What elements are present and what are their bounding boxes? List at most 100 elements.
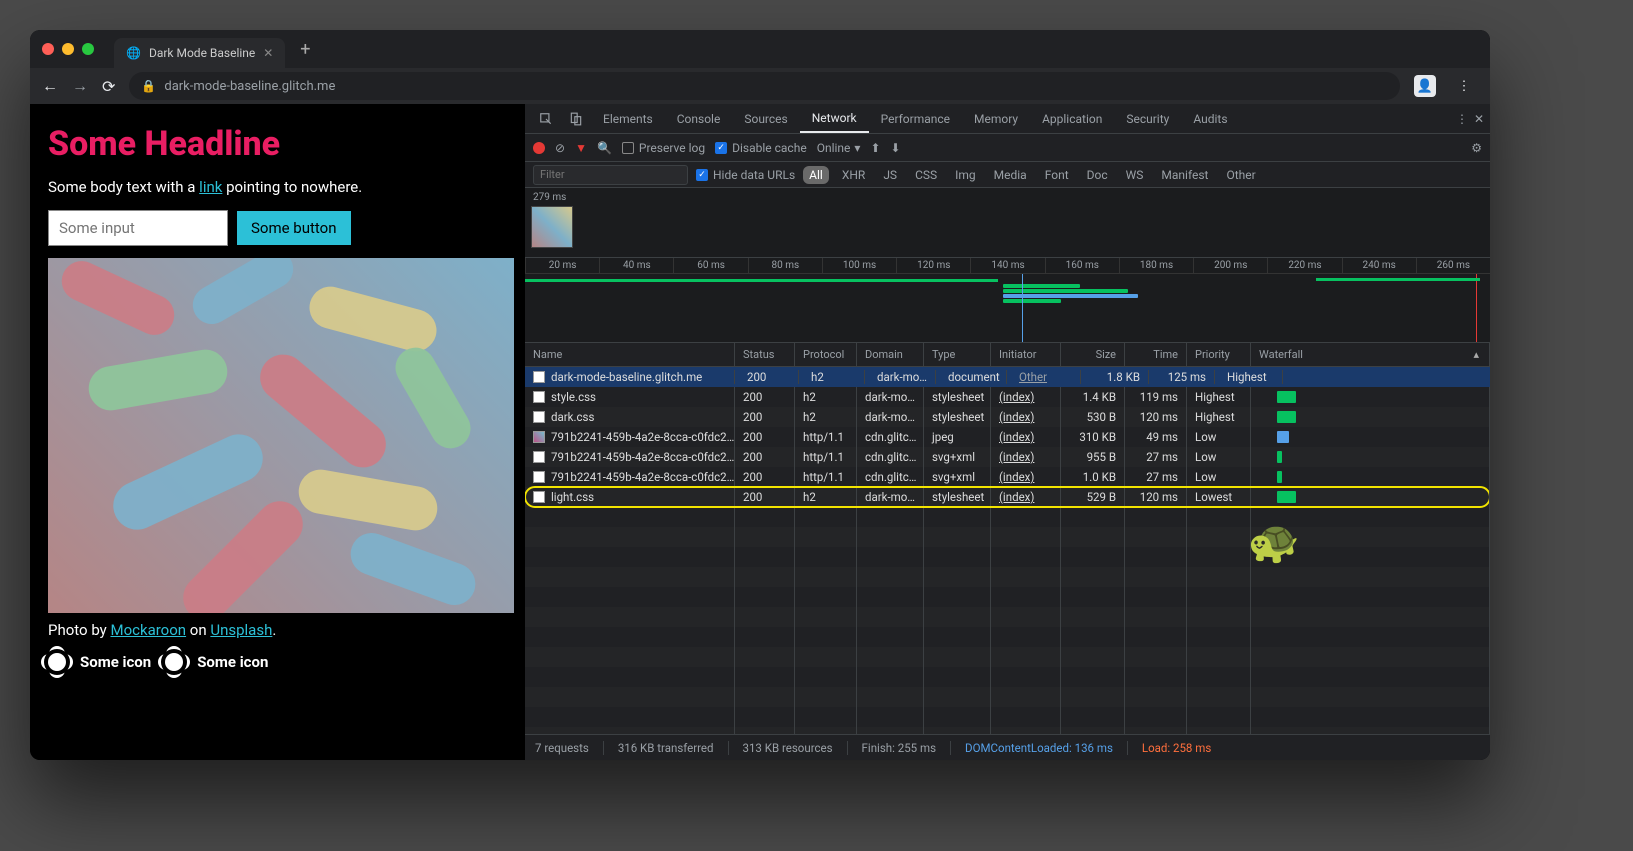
browser-window: 🌐 Dark Mode Baseline ✕ + ← → ⟳ 🔒 dark-mo… bbox=[30, 30, 1490, 760]
row-size: 530 B bbox=[1061, 407, 1125, 427]
timeline-pane[interactable]: 20 ms40 ms60 ms80 ms100 ms120 ms140 ms16… bbox=[525, 258, 1490, 343]
page-body-text: Some body text with a link pointing to n… bbox=[48, 178, 507, 196]
timeline-tick: 120 ms bbox=[896, 258, 970, 273]
some-button[interactable]: Some button bbox=[236, 210, 352, 246]
filter-type-img[interactable]: Img bbox=[950, 166, 981, 184]
col-priority[interactable]: Priority bbox=[1187, 343, 1251, 366]
extension-icon[interactable]: 👤 bbox=[1414, 75, 1436, 97]
filter-type-js[interactable]: JS bbox=[878, 166, 902, 184]
row-initiator[interactable]: (index) bbox=[991, 427, 1061, 447]
row-initiator[interactable]: (index) bbox=[991, 447, 1061, 467]
filter-type-font[interactable]: Font bbox=[1040, 166, 1074, 184]
preserve-log-checkbox[interactable]: Preserve log bbox=[622, 141, 705, 155]
filter-type-ws[interactable]: WS bbox=[1121, 166, 1149, 184]
table-row[interactable]: dark.css200h2dark-mo…stylesheet(index)53… bbox=[525, 407, 1490, 427]
caption-author-link[interactable]: Mockaroon bbox=[110, 621, 186, 639]
device-toggle-icon[interactable] bbox=[561, 104, 591, 133]
upload-icon[interactable]: ⬆ bbox=[870, 141, 880, 155]
filter-type-xhr[interactable]: XHR bbox=[837, 166, 870, 184]
col-name[interactable]: Name bbox=[525, 343, 735, 366]
devtools-panel: ElementsConsoleSourcesNetworkPerformance… bbox=[525, 104, 1490, 760]
row-domain: dark-mo… bbox=[857, 487, 924, 507]
row-type: svg+xml bbox=[924, 467, 991, 487]
filter-type-css[interactable]: CSS bbox=[910, 166, 942, 184]
browser-tab[interactable]: 🌐 Dark Mode Baseline ✕ bbox=[114, 38, 285, 68]
record-button[interactable] bbox=[533, 142, 545, 154]
row-initiator[interactable]: (index) bbox=[991, 407, 1061, 427]
new-tab-button[interactable]: + bbox=[293, 37, 317, 61]
table-row[interactable]: 791b2241-459b-4a2e-8cca-c0fdc2…200http/1… bbox=[525, 427, 1490, 447]
menu-button[interactable]: ⋮ bbox=[1450, 72, 1478, 100]
caption-site-link[interactable]: Unsplash bbox=[210, 621, 272, 639]
col-domain[interactable]: Domain bbox=[857, 343, 924, 366]
settings-icon[interactable]: ⚙ bbox=[1471, 141, 1482, 155]
row-status: 200 bbox=[735, 487, 795, 507]
close-tab-icon[interactable]: ✕ bbox=[263, 46, 273, 60]
minimize-window-button[interactable] bbox=[62, 43, 74, 55]
row-initiator[interactable]: (index) bbox=[991, 387, 1061, 407]
devtools-tab-audits[interactable]: Audits bbox=[1181, 104, 1239, 133]
col-protocol[interactable]: Protocol bbox=[795, 343, 857, 366]
rendered-page: Some Headline Some body text with a link… bbox=[30, 104, 525, 760]
filter-type-manifest[interactable]: Manifest bbox=[1156, 166, 1213, 184]
row-priority: Highest bbox=[1187, 387, 1251, 407]
row-time: 27 ms bbox=[1125, 447, 1187, 467]
filter-input[interactable] bbox=[533, 165, 688, 185]
some-input[interactable] bbox=[48, 210, 228, 246]
col-initiator[interactable]: Initiator bbox=[991, 343, 1061, 366]
filter-type-media[interactable]: Media bbox=[989, 166, 1032, 184]
devtools-tab-memory[interactable]: Memory bbox=[962, 104, 1030, 133]
col-status[interactable]: Status bbox=[735, 343, 795, 366]
col-time[interactable]: Time bbox=[1125, 343, 1187, 366]
hide-data-urls-checkbox[interactable]: ✓Hide data URLs bbox=[696, 168, 795, 182]
inspect-icon[interactable] bbox=[531, 104, 561, 133]
hide-urls-label: Hide data URLs bbox=[713, 168, 795, 182]
filter-type-other[interactable]: Other bbox=[1221, 166, 1260, 184]
devtools-more-icon[interactable]: ⋮ bbox=[1456, 112, 1468, 126]
back-button[interactable]: ← bbox=[42, 76, 58, 96]
file-icon bbox=[533, 471, 545, 483]
maximize-window-button[interactable] bbox=[82, 43, 94, 55]
devtools-tab-console[interactable]: Console bbox=[665, 104, 733, 133]
forward-button[interactable]: → bbox=[72, 76, 88, 96]
close-window-button[interactable] bbox=[42, 43, 54, 55]
devtools-tab-application[interactable]: Application bbox=[1030, 104, 1114, 133]
caption-end: . bbox=[272, 621, 276, 639]
table-row[interactable]: dark-mode-baseline.glitch.me200h2dark-mo… bbox=[525, 367, 1490, 387]
devtools-tab-elements[interactable]: Elements bbox=[591, 104, 665, 133]
row-protocol: http/1.1 bbox=[795, 427, 857, 447]
row-initiator[interactable]: Other bbox=[1011, 370, 1081, 384]
row-initiator[interactable]: (index) bbox=[991, 487, 1061, 507]
devtools-tab-performance[interactable]: Performance bbox=[869, 104, 962, 133]
row-type: jpeg bbox=[924, 427, 991, 447]
row-size: 310 KB bbox=[1061, 427, 1125, 447]
download-icon[interactable]: ⬇ bbox=[891, 141, 901, 155]
table-row[interactable]: style.css200h2dark-mo…stylesheet(index)1… bbox=[525, 387, 1490, 407]
row-waterfall bbox=[1251, 407, 1490, 427]
table-row[interactable]: 791b2241-459b-4a2e-8cca-c0fdc2…200http/1… bbox=[525, 467, 1490, 487]
col-type[interactable]: Type bbox=[924, 343, 991, 366]
caption-mid: on bbox=[186, 621, 210, 639]
reload-button[interactable]: ⟳ bbox=[102, 77, 115, 96]
devtools-tab-network[interactable]: Network bbox=[800, 104, 869, 133]
row-initiator[interactable]: (index) bbox=[991, 467, 1061, 487]
devtools-tab-sources[interactable]: Sources bbox=[732, 104, 799, 133]
devtools-tab-security[interactable]: Security bbox=[1114, 104, 1181, 133]
clear-button[interactable]: ⊘ bbox=[555, 141, 565, 155]
search-icon[interactable]: 🔍 bbox=[597, 141, 612, 155]
traffic-lights bbox=[42, 43, 94, 55]
timeline-tick: 200 ms bbox=[1193, 258, 1267, 273]
throttle-select[interactable]: Online ▾ bbox=[817, 141, 861, 155]
url-field[interactable]: 🔒 dark-mode-baseline.glitch.me bbox=[129, 72, 1400, 100]
filter-type-doc[interactable]: Doc bbox=[1082, 166, 1113, 184]
table-row[interactable]: 791b2241-459b-4a2e-8cca-c0fdc2…200http/1… bbox=[525, 447, 1490, 467]
devtools-close-icon[interactable]: ✕ bbox=[1474, 112, 1484, 126]
col-waterfall[interactable]: Waterfall bbox=[1251, 343, 1490, 366]
body-link[interactable]: link bbox=[199, 178, 222, 196]
disable-cache-checkbox[interactable]: ✓Disable cache bbox=[715, 141, 807, 155]
overview-pane[interactable]: 279 ms bbox=[525, 188, 1490, 258]
filter-type-all[interactable]: All bbox=[803, 166, 829, 184]
filter-toggle-icon[interactable]: ▼ bbox=[575, 141, 587, 155]
table-row[interactable]: light.css200h2dark-mo…stylesheet(index)5… bbox=[525, 487, 1490, 507]
col-size[interactable]: Size bbox=[1061, 343, 1125, 366]
